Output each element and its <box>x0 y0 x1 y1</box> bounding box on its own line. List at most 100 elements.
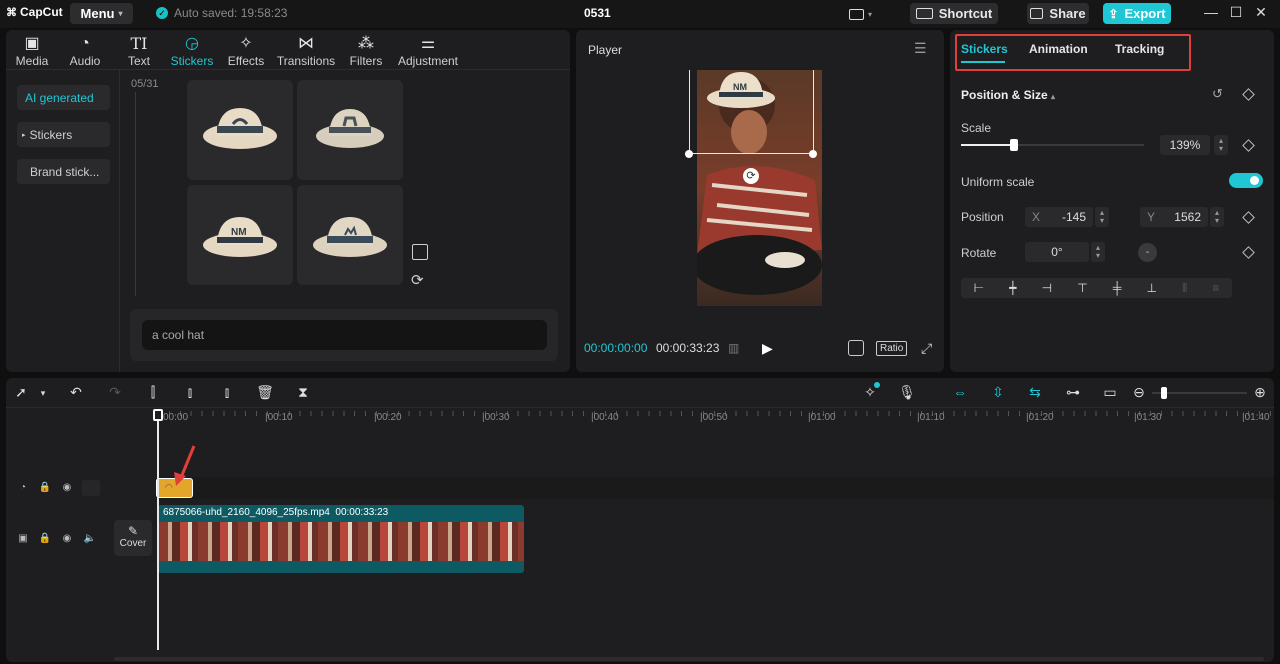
link-clips-icon[interactable]: ⇔ <box>951 384 969 400</box>
zoom-slider[interactable] <box>1152 387 1247 399</box>
export-button[interactable]: ⇪ Export <box>1103 3 1171 24</box>
align-right-icon[interactable]: ⊣ <box>1042 281 1052 295</box>
uniform-scale-toggle[interactable] <box>1229 173 1263 188</box>
tab-filters[interactable]: ⁂ Filters <box>339 34 393 68</box>
caret-up-icon: ▴ <box>1051 92 1056 101</box>
zoom-slider-handle[interactable] <box>1161 387 1167 399</box>
tab-media[interactable]: ▣ Media <box>5 34 59 68</box>
undo-icon[interactable]: ↶ <box>67 384 85 401</box>
minimize-button[interactable]: — <box>1200 4 1222 20</box>
regenerate-icon[interactable]: ⟳ <box>411 271 424 289</box>
tab-audio[interactable]: ◔ Audio <box>58 34 112 68</box>
sticker-selection-box[interactable] <box>689 70 814 154</box>
split-right-icon[interactable]: ⫾ <box>218 384 236 401</box>
ruler-tick-label: |00:20 <box>374 412 402 423</box>
scale-value-field[interactable]: 139% <box>1160 135 1210 155</box>
menu-button[interactable]: Menu ▾ <box>70 3 133 24</box>
edit-sticker-icon[interactable] <box>412 244 428 260</box>
preview-axis-icon[interactable]: ▭ <box>1101 384 1119 401</box>
scale-slider-handle[interactable] <box>1010 139 1019 151</box>
select-cursor-icon[interactable]: ➚ <box>12 384 30 401</box>
chevron-down-icon[interactable]: ▾ <box>34 388 52 399</box>
lock-icon[interactable]: 🔒 <box>38 533 52 544</box>
resize-handle[interactable] <box>685 150 693 158</box>
maximize-button[interactable]: ☐ <box>1225 4 1247 21</box>
sidebar-item-label: Stickers <box>29 127 73 142</box>
distribute-horizontal-icon[interactable]: ⫴ <box>1182 281 1187 296</box>
tab-animation[interactable]: Animation <box>1029 42 1088 56</box>
position-x-stepper[interactable]: ▴ ▾ <box>1095 207 1109 227</box>
sticker-result-1[interactable] <box>187 80 293 180</box>
align-center-horizontal-icon[interactable]: ┿ <box>1009 281 1016 295</box>
sidebar-item-ai-generated[interactable]: AI generated <box>17 85 110 110</box>
align-center-vertical-icon[interactable]: ╪ <box>1113 281 1122 295</box>
fit-screen-icon[interactable] <box>848 340 864 356</box>
tab-text[interactable]: TI Text <box>112 34 166 68</box>
split-preview-icon[interactable]: ⊶ <box>1064 384 1082 401</box>
rotate-field[interactable]: 0° <box>1025 242 1089 262</box>
sticker-result-2[interactable] <box>297 80 403 180</box>
playhead[interactable] <box>157 410 159 650</box>
mirror-icon[interactable]: ⧗ <box>294 384 312 401</box>
position-x-field[interactable]: X -145 <box>1025 207 1093 227</box>
delete-icon[interactable]: 🗑 <box>256 384 274 401</box>
ratio-button[interactable]: Ratio <box>876 341 908 356</box>
zoom-out-icon[interactable]: ⊖ <box>1130 384 1148 401</box>
sticker-result-4[interactable] <box>297 185 403 285</box>
tab-tracking[interactable]: Tracking <box>1115 42 1164 56</box>
share-button[interactable]: Share <box>1027 3 1089 24</box>
sticker-track-icon: ◔ <box>19 482 27 493</box>
sidebar-item-brand-stickers[interactable]: Brand stick... <box>17 159 110 184</box>
position-y-stepper[interactable]: ▴ ▾ <box>1210 207 1224 227</box>
distribute-vertical-icon[interactable]: ≡ <box>1212 281 1219 295</box>
layout-button[interactable]: ▾ <box>849 5 881 23</box>
timeline-horizontal-scrollbar[interactable] <box>114 657 1264 661</box>
close-button[interactable]: ✕ <box>1250 4 1272 21</box>
tab-effects-label: Effects <box>227 54 265 68</box>
cover-button[interactable]: ✎ Cover <box>114 520 152 556</box>
scale-stepper[interactable]: ▴ ▾ <box>1214 135 1228 155</box>
rotate-handle-icon[interactable]: ⟳ <box>743 168 759 184</box>
sticker-prompt-input[interactable]: a cool hat <box>142 320 547 350</box>
tab-stickers[interactable]: ◶ Stickers <box>165 34 219 68</box>
video-clip[interactable]: 6875066-uhd_2160_4096_25fps.mp4 00:00:33… <box>158 505 524 573</box>
split-left-icon[interactable]: ⫾ <box>181 384 199 401</box>
resize-handle[interactable] <box>809 150 817 158</box>
align-top-icon[interactable]: ⊤ <box>1077 281 1087 295</box>
tab-audio-label: Audio <box>69 54 101 68</box>
align-bottom-icon[interactable]: ⊥ <box>1147 281 1157 295</box>
shortcut-button[interactable]: Shortcut <box>910 3 998 24</box>
speaker-icon[interactable]: 🔈 <box>83 533 97 544</box>
tab-adjustment[interactable]: ⚌ Adjustment <box>394 34 462 68</box>
player-menu-icon[interactable]: ☰ <box>914 40 927 57</box>
lock-icon[interactable]: 🔒 <box>38 482 52 493</box>
linkage-icon[interactable]: ⇆ <box>1026 384 1044 401</box>
sticker-track-lane <box>158 477 1274 499</box>
position-y-field[interactable]: Y 1562 <box>1140 207 1208 227</box>
scale-slider[interactable] <box>961 139 1144 151</box>
tab-transitions[interactable]: ⋈ Transitions <box>272 34 340 68</box>
redo-icon[interactable]: ↷ <box>106 384 124 401</box>
snap-icon[interactable]: ⇳ <box>989 384 1007 401</box>
tab-effects[interactable]: ✧ Effects <box>219 34 273 68</box>
sticker-result-3[interactable]: NM <box>187 185 293 285</box>
tab-stickers-inspector[interactable]: Stickers <box>961 42 1008 56</box>
eye-icon[interactable]: ◉ <box>60 533 74 544</box>
reset-icon[interactable]: ↺ <box>1212 86 1223 102</box>
align-left-icon[interactable]: ⊢ <box>974 281 984 295</box>
sidebar-item-stickers[interactable]: ▸ Stickers <box>17 122 110 147</box>
position-size-header[interactable]: Position & Size ▴ <box>961 88 1055 102</box>
microphone-icon[interactable]: 🎙 <box>898 384 916 401</box>
eye-icon[interactable]: ◉ <box>60 482 74 493</box>
ruler-tick-label: |00:40 <box>591 412 619 423</box>
fullscreen-icon[interactable]: ⤢ <box>921 340 932 357</box>
timeline-grid-icon[interactable]: ▥ <box>728 341 739 355</box>
rotate-dial-icon[interactable]: - <box>1138 243 1157 262</box>
toggle-knob <box>1250 176 1259 185</box>
play-icon[interactable]: ▶ <box>762 340 773 357</box>
playhead-handle[interactable] <box>153 409 163 421</box>
caret-right-icon: ▸ <box>22 131 26 139</box>
zoom-in-icon[interactable]: ⊕ <box>1251 384 1269 401</box>
rotate-stepper[interactable]: ▴ ▾ <box>1091 242 1105 262</box>
split-icon[interactable]: ⫿ <box>144 384 162 401</box>
